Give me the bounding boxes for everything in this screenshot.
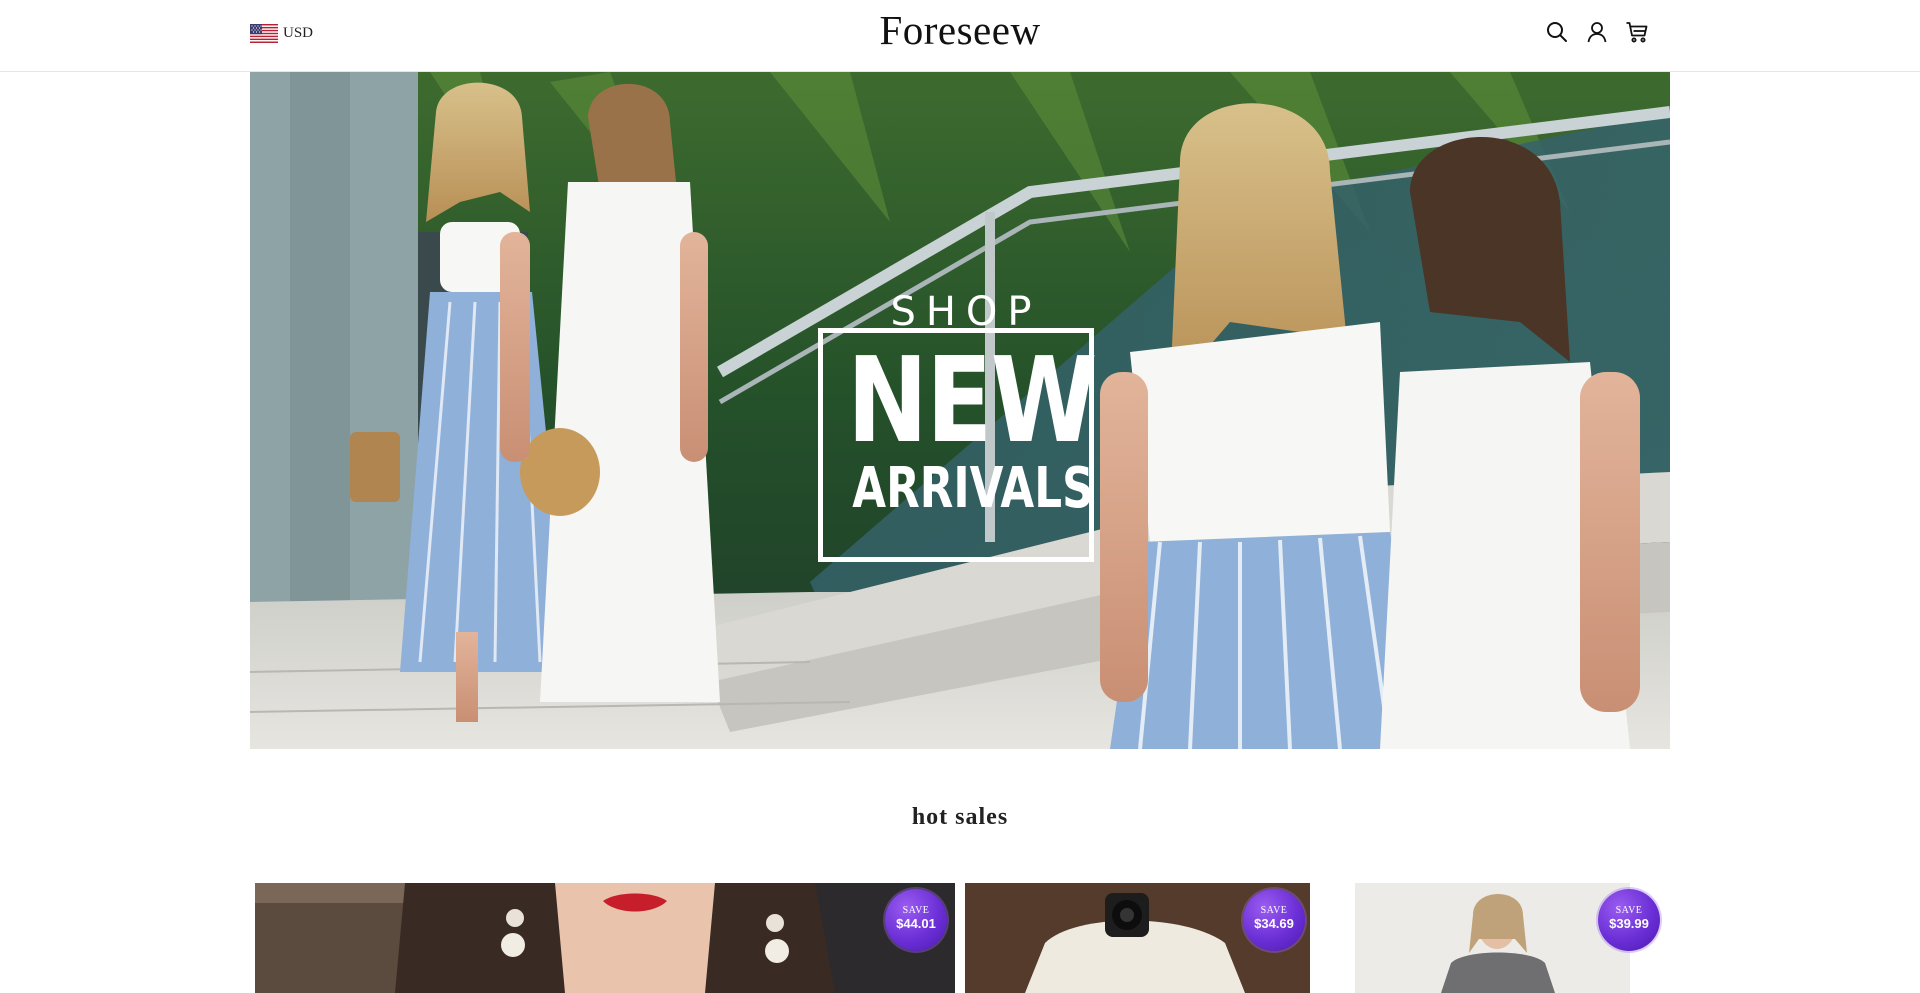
save-amount: $39.99 [1609,916,1649,931]
hero-arrivals-text: ARRIVALS [852,456,1094,521]
save-badge: SAVE $34.69 [1243,889,1305,951]
save-amount: $44.01 [896,916,936,931]
brand-logo[interactable]: Foreseew [879,7,1040,53]
hero-shop-text: SHOP [890,289,1042,335]
section-title: hot sales [911,804,1009,830]
save-badge: SAVE $44.01 [885,889,947,951]
save-label: SAVE [902,905,930,916]
hero-frame: NEW ARRIVALS [818,328,1098,562]
hero-new-text: NEW [846,331,1098,469]
product-card[interactable]: SAVE $34.69 [965,883,1310,993]
header-actions [1545,20,1649,44]
save-badge: SAVE $39.99 [1598,889,1660,951]
product-card[interactable]: SAVE $44.01 [255,883,955,993]
cart-icon[interactable] [1625,20,1649,44]
site-header: USD Foreseew [0,0,1920,72]
save-amount: $34.69 [1254,916,1294,931]
save-label: SAVE [1260,905,1288,916]
currency-selector[interactable]: USD [250,24,313,43]
save-label: SAVE [1615,905,1643,916]
search-icon[interactable] [1545,20,1569,44]
product-card[interactable]: SAVE $39.99 [1355,883,1665,993]
product-image [255,883,955,993]
us-flag-icon [250,24,278,43]
hero-banner[interactable]: SHOP NEW ARRIVALS [250,72,1670,749]
hero-overlay: SHOP NEW ARRIVALS [818,292,1104,562]
currency-label: USD [283,25,314,41]
account-icon[interactable] [1585,20,1609,44]
